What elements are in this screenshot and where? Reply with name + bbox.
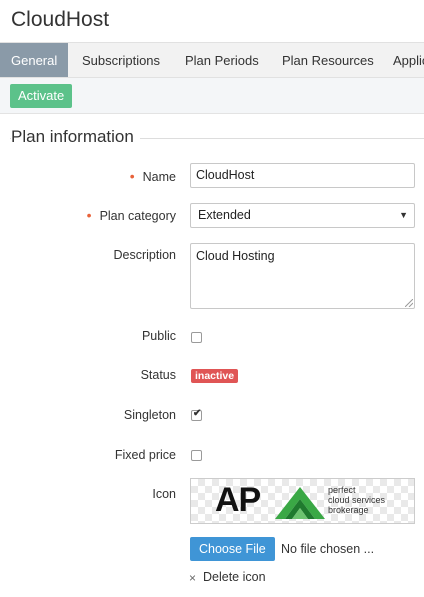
status-badge: inactive [191, 369, 239, 383]
logo-mark-icon [275, 487, 325, 519]
activate-button[interactable]: Activate [10, 84, 73, 108]
logo-tagline-line: brokerage [328, 505, 369, 515]
public-label: Public [141, 329, 176, 343]
name-label-text: Name [142, 170, 176, 184]
singleton-label: Singleton [123, 408, 176, 422]
page-title: CloudHost [11, 8, 110, 31]
plan-category-select[interactable]: Extended ▼ [190, 203, 415, 228]
delete-icon[interactable]: × [189, 571, 196, 585]
choose-file-button[interactable]: Choose File [190, 537, 275, 561]
checkmark-icon: ✔ [193, 408, 202, 419]
tab-plan-resources[interactable]: Plan Resources [271, 43, 385, 77]
section-title: Plan information [11, 127, 140, 147]
toolbar: Activate [0, 78, 424, 114]
plan-category-label-text: Plan category [99, 209, 176, 223]
tab-general[interactable]: General [0, 43, 69, 77]
icon-label: Icon [152, 487, 176, 501]
dropdown-arrow-icon: ▼ [399, 210, 408, 220]
description-field[interactable]: Cloud Hosting [190, 243, 415, 309]
status-label: Status [140, 368, 176, 382]
tab-bar: General Subscriptions Plan Periods Plan … [0, 42, 424, 78]
tab-plan-periods[interactable]: Plan Periods [174, 43, 270, 77]
required-marker: • [129, 168, 135, 184]
plan-category-label: • Plan category [87, 207, 176, 223]
logo-tagline: perfect cloud services brokerage [328, 485, 385, 515]
logo-tagline-line: cloud services [328, 495, 386, 505]
plan-category-value: Extended [198, 208, 251, 222]
fixed-price-checkbox[interactable] [191, 450, 202, 461]
fixed-price-label: Fixed price [114, 448, 176, 462]
description-value: Cloud Hosting [196, 249, 275, 263]
description-label: Description [113, 248, 176, 262]
file-status: No file chosen ... [281, 542, 375, 556]
tab-subscriptions[interactable]: Subscriptions [71, 43, 171, 77]
icon-preview: AP perfect cloud services brokerage [190, 478, 415, 524]
name-field[interactable]: CloudHost [190, 163, 415, 188]
singleton-checkbox[interactable]: ✔ [191, 408, 202, 421]
name-label: • Name [130, 168, 176, 184]
tab-applications[interactable]: Applic [382, 43, 424, 77]
required-marker: • [86, 207, 92, 223]
logo-ap-text: AP [215, 481, 261, 519]
resize-handle-icon[interactable] [405, 299, 413, 307]
logo-tagline-line: perfect [328, 485, 356, 495]
public-checkbox[interactable] [191, 332, 202, 343]
delete-icon-link[interactable]: Delete icon [203, 570, 266, 584]
